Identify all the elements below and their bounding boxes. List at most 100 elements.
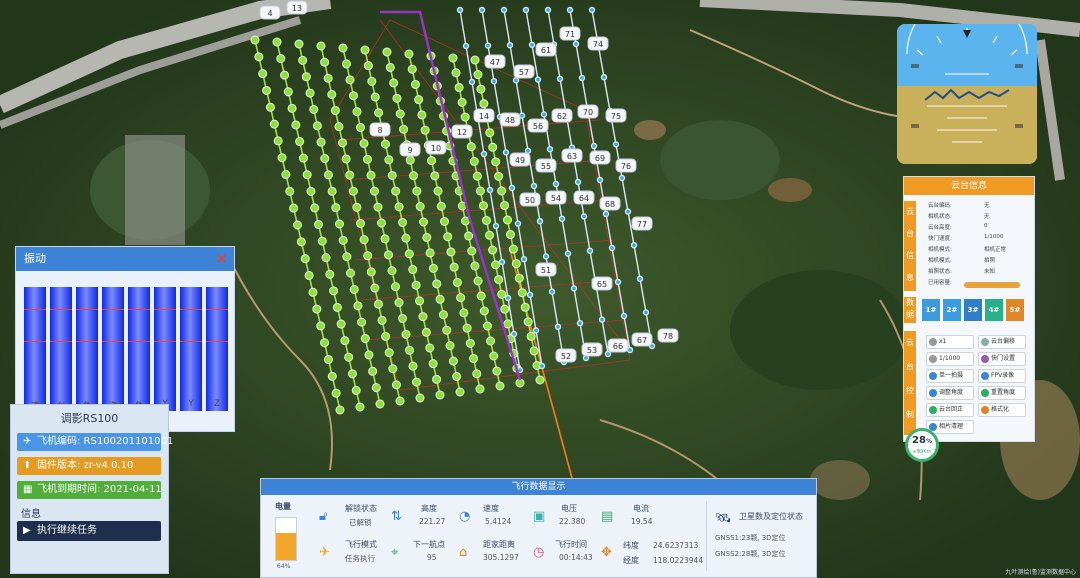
waypoint-marker[interactable] [410, 79, 420, 89]
waypoint-pin[interactable] [554, 323, 562, 330]
waypoint-pin[interactable] [558, 215, 566, 223]
waypoint-marker[interactable] [320, 338, 330, 348]
waypoint-marker[interactable] [491, 260, 501, 270]
waypoint-marker[interactable] [360, 334, 370, 344]
waypoint-marker[interactable] [398, 313, 407, 323]
waypoint-marker[interactable] [475, 384, 485, 394]
waypoint-pin[interactable] [502, 149, 510, 156]
waypoint-pin[interactable] [456, 6, 464, 14]
waypoint-marker[interactable] [316, 137, 326, 147]
waypoint-label[interactable]: 13 [286, 0, 308, 15]
waypoint-marker[interactable] [305, 88, 315, 98]
waypoint-marker[interactable] [281, 170, 291, 180]
waypoint-marker[interactable] [442, 325, 452, 335]
waypoint-label[interactable]: 64 [573, 190, 595, 205]
waypoint-marker[interactable] [381, 331, 391, 341]
waypoint-pin[interactable] [530, 182, 538, 190]
waypoint-pin[interactable] [548, 288, 556, 295]
waypoint-pin[interactable] [500, 6, 508, 14]
waypoint-marker[interactable] [277, 153, 287, 163]
waypoint-label[interactable]: 47 [484, 54, 506, 69]
waypoint-pin[interactable] [570, 285, 578, 292]
waypoint-label[interactable]: 56 [527, 118, 549, 133]
waypoint-label[interactable]: 54 [545, 190, 567, 205]
waypoint-marker[interactable] [377, 218, 386, 228]
waypoint-pin[interactable] [532, 327, 540, 334]
waypoint-label[interactable]: 66 [607, 338, 629, 353]
waypoint-marker[interactable] [398, 218, 407, 227]
waypoint-marker[interactable] [370, 186, 379, 196]
waypoint-marker[interactable] [348, 186, 358, 196]
waypoint-marker[interactable] [492, 366, 502, 376]
waypoint-marker[interactable] [391, 380, 401, 390]
waypoint-marker[interactable] [412, 377, 421, 387]
waypoint-pin[interactable] [600, 73, 608, 81]
waypoint-marker[interactable] [469, 354, 479, 364]
waypoint-label[interactable]: 61 [535, 42, 557, 57]
waypoint-pin[interactable] [538, 362, 546, 370]
gimbal-key-1[interactable]: 1# [922, 299, 940, 321]
waypoint-pin[interactable] [536, 217, 544, 225]
waypoint-marker[interactable] [342, 59, 351, 69]
gimbal-control-button[interactable]: 格式化 [978, 403, 1026, 417]
waypoint-marker[interactable] [312, 121, 322, 131]
waypoint-marker[interactable] [287, 103, 297, 113]
waypoint-pin[interactable] [484, 42, 492, 49]
waypoint-marker[interactable] [325, 269, 335, 279]
waypoint-marker[interactable] [384, 348, 394, 358]
waypoint-marker[interactable] [310, 203, 320, 213]
waypoint-pin[interactable] [564, 250, 572, 257]
waypoint-marker[interactable] [363, 251, 373, 261]
waypoint-pin[interactable] [498, 258, 506, 266]
waypoint-marker[interactable] [462, 323, 472, 333]
waypoint-marker[interactable] [314, 220, 323, 229]
waypoint-marker[interactable] [488, 245, 498, 255]
waypoint-marker[interactable] [419, 217, 428, 227]
waypoint-pin[interactable] [486, 186, 494, 194]
waypoint-marker[interactable] [405, 345, 414, 355]
waypoint-marker[interactable] [418, 312, 428, 322]
waypoint-marker[interactable] [385, 62, 395, 72]
gimbal-key-5[interactable]: 5# [1006, 299, 1024, 321]
waypoint-marker[interactable] [422, 232, 432, 242]
waypoint-marker[interactable] [359, 235, 369, 245]
waypoint-marker[interactable] [488, 142, 498, 152]
waypoint-pin[interactable] [588, 6, 596, 14]
waypoint-marker[interactable] [432, 279, 442, 289]
waypoint-marker[interactable] [454, 83, 464, 93]
waypoint-pin[interactable] [528, 41, 536, 48]
waypoint-marker[interactable] [508, 244, 518, 254]
waypoint-marker[interactable] [515, 378, 525, 388]
gimbal-key-2[interactable]: 2# [943, 299, 961, 321]
waypoint-marker[interactable] [335, 219, 344, 229]
waypoint-label[interactable]: 74 [587, 36, 609, 51]
waypoint-marker[interactable] [415, 393, 425, 403]
waypoint-marker[interactable] [459, 308, 469, 318]
waypoint-marker[interactable] [316, 41, 326, 51]
waypoint-marker[interactable] [371, 383, 381, 393]
waypoint-marker[interactable] [375, 399, 385, 409]
waypoint-marker[interactable] [526, 331, 536, 341]
waypoint-pin[interactable] [636, 275, 644, 282]
waypoint-marker[interactable] [394, 202, 404, 212]
waypoint-marker[interactable] [415, 202, 425, 212]
waypoint-marker[interactable] [479, 306, 489, 316]
waypoint-pin[interactable] [520, 256, 528, 263]
waypoint-label[interactable]: 78 [657, 328, 679, 343]
waypoint-marker[interactable] [491, 157, 501, 167]
waypoint-pin[interactable] [596, 176, 604, 184]
waypoint-marker[interactable] [421, 327, 431, 337]
waypoint-marker[interactable] [327, 371, 337, 381]
waypoint-marker[interactable] [503, 215, 512, 225]
waypoint-label[interactable]: 9 [399, 142, 421, 157]
waypoint-marker[interactable] [395, 109, 405, 119]
waypoint-marker[interactable] [332, 302, 342, 312]
waypoint-pin[interactable] [590, 142, 598, 150]
waypoint-marker[interactable] [363, 61, 373, 71]
waypoint-marker[interactable] [500, 200, 510, 210]
waypoint-marker[interactable] [449, 262, 459, 272]
waypoint-marker[interactable] [327, 186, 337, 196]
waypoint-marker[interactable] [388, 364, 398, 374]
waypoint-label[interactable]: 53 [581, 342, 603, 357]
waypoint-marker[interactable] [382, 47, 392, 57]
